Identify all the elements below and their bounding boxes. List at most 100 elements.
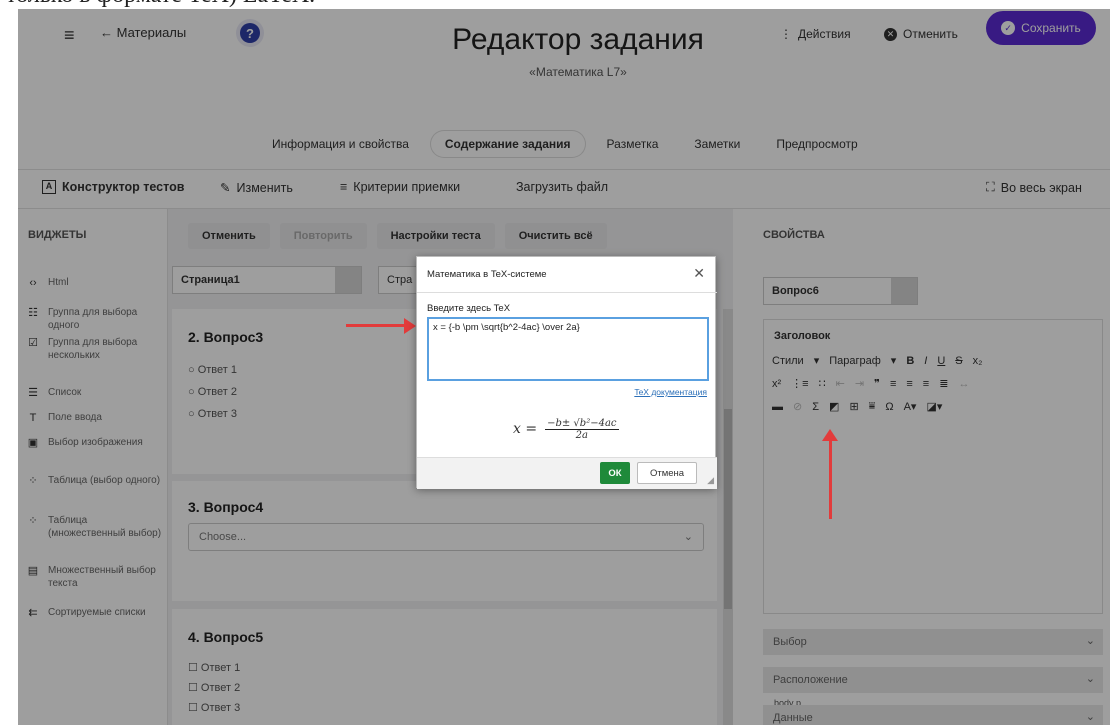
- link-icon[interactable]: ↔: [958, 378, 969, 390]
- divider: [417, 292, 717, 293]
- task-editor-app: ≡ ← Материалы ? Редактор задания «Матема…: [18, 9, 1110, 725]
- underline-icon[interactable]: U: [937, 355, 945, 367]
- radio-option[interactable]: ○ Ответ 1: [188, 364, 237, 376]
- tab-info[interactable]: Информация и свойства: [258, 131, 423, 157]
- image-icon[interactable]: ◩: [829, 400, 839, 413]
- chevron-down-icon: ⌄: [1085, 711, 1095, 723]
- back-link[interactable]: ← Материалы: [100, 25, 186, 40]
- pencil-icon: ✎: [220, 181, 231, 195]
- checkbox-option[interactable]: ☐ Ответ 3: [188, 701, 240, 714]
- preview-denominator: 2a: [575, 429, 588, 441]
- strikethrough-icon[interactable]: S: [955, 355, 962, 367]
- rich-text-editor: Заголовок Стили ▾ Параграф ▾ B I U S x₂ …: [763, 319, 1103, 708]
- help-button[interactable]: ?: [236, 19, 264, 47]
- math-sigma-icon[interactable]: Σ: [812, 401, 819, 413]
- styles-dropdown[interactable]: Стили: [772, 355, 804, 367]
- question-card-q4[interactable]: 3. Вопрос4 Choose... ⌄: [172, 481, 717, 601]
- test-settings-button[interactable]: Настройки теста: [376, 223, 495, 249]
- upload-file-button[interactable]: Загрузить файл: [516, 180, 608, 194]
- tab-notes[interactable]: Заметки: [680, 131, 754, 157]
- single-choice-icon: ☷: [28, 307, 38, 319]
- justify-icon[interactable]: ≣: [939, 377, 948, 390]
- accordion-choice[interactable]: Выбор ⌄: [763, 629, 1103, 655]
- accordion-data[interactable]: Данные ⌄: [763, 705, 1103, 725]
- actions-button[interactable]: ⋮ Действия: [780, 23, 851, 45]
- unlink-icon[interactable]: ⊘: [793, 400, 802, 413]
- special-char-icon[interactable]: Ω: [885, 401, 893, 413]
- preview-fraction: −b± √b²−4ac 2a: [545, 417, 619, 441]
- tex-docs-link[interactable]: TeX документация: [634, 387, 707, 397]
- save-button[interactable]: ✓ Сохранить: [986, 11, 1096, 45]
- widget-html[interactable]: ‹› Html: [26, 277, 166, 291]
- tex-input[interactable]: x = {-b \pm \sqrt{b^2-4ac} \over 2a}: [427, 317, 709, 381]
- table-icon[interactable]: ⊞: [849, 400, 858, 413]
- tab-content[interactable]: Содержание задания: [430, 131, 585, 157]
- clear-all-button[interactable]: Очистить всё: [504, 223, 607, 249]
- outdent-icon[interactable]: ⇤: [836, 377, 845, 390]
- tab-markup[interactable]: Разметка: [593, 131, 673, 157]
- accordion-label: Расположение: [773, 674, 848, 686]
- blockquote-icon[interactable]: ❞: [874, 377, 880, 390]
- cancel-button[interactable]: ✕ Отменить: [884, 23, 958, 45]
- criteria-button[interactable]: ≡ Критерии приемки: [340, 180, 460, 194]
- widget-multi-choice[interactable]: ☑ Группа для выбора нескольких: [26, 337, 166, 362]
- widget-table-multi[interactable]: ⁘ Таблица (множественный выбор): [26, 515, 166, 540]
- resize-handle-icon[interactable]: ◢: [707, 475, 714, 486]
- align-center-icon[interactable]: ≡: [906, 378, 912, 390]
- superscript-icon[interactable]: x²: [772, 378, 781, 390]
- indent-icon[interactable]: ⇥: [855, 377, 864, 390]
- dialog-cancel-button[interactable]: Отмена: [637, 462, 697, 484]
- widget-image-choice[interactable]: ▣ Выбор изображения: [26, 437, 166, 451]
- close-icon[interactable]: ✕: [693, 265, 705, 282]
- widgets-panel: ВИДЖЕТЫ ‹› Html ☷ Группа для выбора одного…: [18, 209, 168, 725]
- criteria-label: Критерии приемки: [353, 180, 461, 194]
- radio-option[interactable]: ○ Ответ 2: [188, 386, 237, 398]
- widget-text-input[interactable]: T Поле ввода: [26, 412, 166, 426]
- italic-icon[interactable]: I: [924, 355, 927, 367]
- scrollbar-thumb[interactable]: [724, 409, 732, 609]
- widget-multi-text[interactable]: ▤ Множественный выбор текста: [26, 565, 166, 590]
- fullscreen-label: Во весь экран: [1000, 180, 1082, 195]
- horizontal-rule-icon[interactable]: ⩸: [869, 400, 876, 413]
- bullet-list-icon[interactable]: ∷: [819, 377, 826, 390]
- annotation-arrow-up: [829, 439, 832, 519]
- question-select[interactable]: Вопрос6: [763, 277, 918, 305]
- page-select[interactable]: Страница1: [172, 266, 362, 294]
- choice-dropdown[interactable]: Choose... ⌄: [188, 523, 704, 551]
- table-multi-icon: ⁘: [28, 515, 38, 527]
- paragraph-dropdown[interactable]: Параграф: [829, 355, 881, 367]
- text-color-icon[interactable]: A▾: [904, 400, 917, 413]
- widget-sortable[interactable]: ⇇ Сортируемые списки: [26, 607, 166, 621]
- bold-icon[interactable]: B: [906, 355, 914, 367]
- align-left-icon[interactable]: ≡: [890, 378, 896, 390]
- question-title: 4. Вопрос5: [188, 629, 264, 645]
- widget-single-choice[interactable]: ☷ Группа для выбора одного: [26, 307, 166, 332]
- undo-button[interactable]: Отменить: [188, 223, 270, 249]
- checkbox-option[interactable]: ☐ Ответ 1: [188, 661, 240, 674]
- edit-button[interactable]: ✎ Изменить: [220, 180, 293, 196]
- test-constructor-button[interactable]: A Конструктор тестов: [42, 180, 184, 194]
- align-right-icon[interactable]: ≡: [923, 378, 929, 390]
- preview-numerator: −b± √b²−4ac: [545, 417, 619, 430]
- designer-scrollbar[interactable]: [723, 309, 733, 725]
- accordion-layout[interactable]: Расположение ⌄: [763, 667, 1103, 693]
- back-label: Материалы: [116, 25, 187, 40]
- image-choice-icon: ▣: [27, 437, 39, 449]
- link-add-icon[interactable]: ▬: [772, 401, 783, 413]
- tab-preview[interactable]: Предпросмотр: [762, 131, 871, 157]
- fullscreen-button[interactable]: ⛶ Во весь экран: [986, 180, 1082, 195]
- filter-icon: ≡: [340, 180, 348, 194]
- ok-button[interactable]: ОК: [600, 462, 630, 484]
- checkbox-option[interactable]: ☐ Ответ 2: [188, 681, 240, 694]
- numbered-list-icon[interactable]: ⋮≡: [791, 377, 808, 390]
- bg-color-icon[interactable]: ◪▾: [926, 400, 942, 413]
- widget-list[interactable]: ☰ Список: [26, 387, 166, 401]
- constructor-icon: A: [42, 180, 56, 194]
- hamburger-menu-icon[interactable]: ≡: [64, 25, 75, 46]
- radio-option[interactable]: ○ Ответ 3: [188, 408, 237, 420]
- widget-table-single[interactable]: ⁘ Таблица (выбор одного): [26, 475, 166, 489]
- sortable-icon: ⇇: [28, 607, 38, 619]
- subscript-icon[interactable]: x₂: [973, 355, 983, 367]
- question-card-q5[interactable]: 4. Вопрос5 ☐ Ответ 1 ☐ Ответ 2 ☐ Ответ 3: [172, 609, 717, 725]
- redo-button[interactable]: Повторить: [279, 223, 367, 249]
